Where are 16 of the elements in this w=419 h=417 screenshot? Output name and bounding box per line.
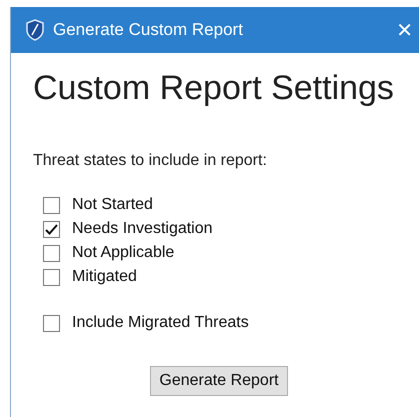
instruction-text: Threat states to include in report: <box>33 152 267 170</box>
checkbox[interactable] <box>43 220 60 238</box>
window-title: Generate Custom Report <box>53 20 244 40</box>
checkbox-label[interactable]: Not Started <box>72 196 153 214</box>
page-heading: Custom Report Settings <box>33 69 394 108</box>
checkbox[interactable] <box>43 314 60 332</box>
checkbox[interactable] <box>43 268 60 286</box>
checkbox[interactable] <box>43 196 60 214</box>
checkbox-label[interactable]: Include Migrated Threats <box>72 314 249 332</box>
checkbox-label[interactable]: Not Applicable <box>72 244 174 262</box>
checkbox-label[interactable]: Needs Investigation <box>72 220 213 238</box>
generate-report-button[interactable]: Generate Report <box>150 366 288 396</box>
checkbox-label[interactable]: Mitigated <box>72 268 137 286</box>
checkbox[interactable] <box>43 244 60 262</box>
shield-icon <box>25 19 45 41</box>
close-button[interactable]: ✕ <box>396 18 419 42</box>
